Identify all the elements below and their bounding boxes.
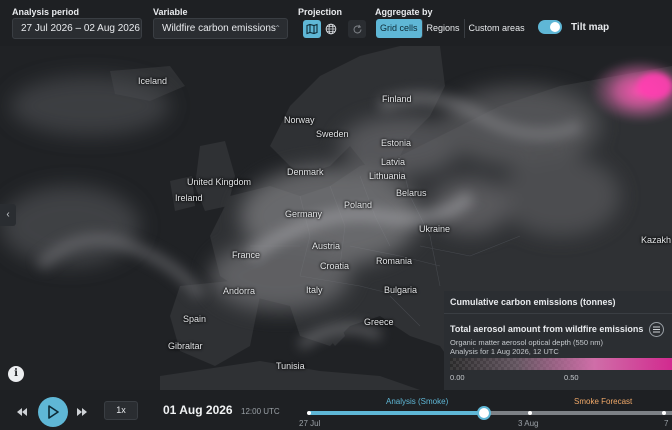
country-label: Denmark — [287, 167, 324, 177]
country-label: Belarus — [396, 188, 427, 198]
fast-forward-icon — [77, 408, 87, 416]
map-icon — [306, 23, 318, 35]
legend-tick: 0.00 — [450, 373, 465, 382]
forecast-segment-label: Smoke Forecast — [574, 397, 633, 406]
aggregate-custom-areas[interactable]: Custom areas — [465, 19, 529, 38]
play-icon — [48, 405, 59, 419]
country-label: Spain — [183, 314, 207, 324]
info-button[interactable]: i — [8, 366, 24, 382]
legend-tick: 0.50 — [564, 373, 579, 382]
top-toolbar: Analysis period 27 Jul 2026 – 02 Aug 202… — [0, 0, 672, 46]
variable-select[interactable]: Wildfire carbon emissions ⌃ — [153, 18, 288, 39]
analysis-period-picker[interactable]: 27 Jul 2026 – 02 Aug 2026 — [12, 18, 142, 39]
timeline-bar: 1x 01 Aug 2026 12:00 UTC Analysis (Smoke… — [0, 390, 672, 430]
timeline-tick-label: 7 — [664, 419, 669, 428]
chevron-left-icon: ‹ — [6, 209, 10, 220]
aggregate-segmented-control: Grid cells Regions Custom areas — [376, 19, 529, 38]
country-label: Finland — [382, 94, 412, 104]
tilt-map-label: Tilt map — [571, 22, 610, 33]
timeline-marker — [528, 411, 532, 415]
timeline-tick-label: 27 Jul — [299, 419, 321, 428]
globe-icon — [325, 23, 337, 35]
country-label: Andorra — [223, 286, 256, 296]
legend-layer-analysis-time: Analysis for 1 Aug 2026, 12 UTC — [450, 347, 559, 356]
timeline-marker — [662, 411, 666, 415]
legend-panel: Cumulative carbon emissions (tonnes) Tot… — [444, 291, 672, 390]
country-label: Latvia — [381, 157, 406, 167]
country-label: Romania — [376, 256, 413, 266]
chevron-updown-icon: ⌃ — [274, 24, 281, 33]
analysis-period-value: 27 Jul 2026 – 02 Aug 2026 — [21, 23, 140, 34]
variable-label: Variable — [153, 7, 188, 17]
country-label: Ireland — [175, 193, 203, 203]
timeline-marker — [307, 411, 311, 415]
aggregate-label: Aggregate by — [375, 7, 433, 17]
step-forward-button[interactable] — [76, 404, 88, 422]
country-label: France — [232, 250, 261, 260]
country-label: Kazakh — [641, 235, 672, 245]
rotate-icon — [353, 24, 361, 33]
country-label: Ukraine — [419, 224, 451, 234]
analysis-period-label: Analysis period — [12, 7, 80, 17]
projection-label: Projection — [298, 7, 343, 17]
current-time: 12:00 UTC — [241, 407, 280, 416]
country-label: Estonia — [381, 138, 412, 148]
variable-value: Wildfire carbon emissions — [162, 23, 276, 34]
globe-projection-button[interactable] — [322, 20, 340, 38]
legend-color-bar — [450, 358, 672, 370]
tilt-map-toggle[interactable] — [538, 20, 562, 34]
map-projection-button[interactable] — [303, 20, 321, 38]
step-back-button[interactable] — [16, 404, 28, 422]
analysis-track[interactable] — [308, 411, 484, 415]
legend-layer-description: Organic matter aerosol optical depth (55… — [450, 338, 603, 347]
legend-layer-title: Total aerosol amount from wildfire emiss… — [450, 324, 644, 334]
forecast-track[interactable] — [484, 411, 672, 415]
timeline-scrubber-handle[interactable] — [477, 406, 491, 420]
timeline-tick-label: 3 Aug — [518, 419, 539, 428]
country-label: Bulgaria — [384, 285, 418, 295]
country-label: Italy — [306, 285, 323, 295]
country-label: Greece — [364, 317, 394, 327]
rewind-icon — [17, 408, 27, 416]
country-label: Croatia — [320, 261, 350, 271]
country-label: Iceland — [138, 76, 168, 86]
country-label: Germany — [285, 209, 323, 219]
country-label: Poland — [344, 200, 373, 210]
list-icon — [653, 326, 660, 333]
country-label: United Kingdom — [187, 177, 252, 187]
playback-speed-button[interactable]: 1x — [104, 401, 138, 420]
current-date: 01 Aug 2026 — [163, 403, 233, 417]
legend-divider — [444, 313, 672, 314]
legend-title: Cumulative carbon emissions (tonnes) — [450, 297, 616, 307]
country-label: Sweden — [316, 129, 349, 139]
aggregate-regions[interactable]: Regions — [423, 19, 465, 38]
country-label: Tunisia — [276, 361, 305, 371]
legend-options-button[interactable] — [649, 322, 664, 337]
country-label: Norway — [284, 115, 315, 125]
aggregate-grid-cells[interactable]: Grid cells — [376, 19, 423, 38]
rotate-view-button[interactable] — [348, 20, 366, 38]
play-button[interactable] — [38, 397, 68, 427]
country-label: Lithuania — [369, 171, 406, 181]
analysis-segment-label: Analysis (Smoke) — [386, 397, 449, 406]
country-label: Austria — [312, 241, 341, 251]
country-label: Gibraltar — [168, 341, 203, 351]
info-icon: i — [14, 368, 18, 379]
collapse-panel-button[interactable]: ‹ — [0, 204, 16, 226]
toggle-knob — [550, 22, 560, 32]
